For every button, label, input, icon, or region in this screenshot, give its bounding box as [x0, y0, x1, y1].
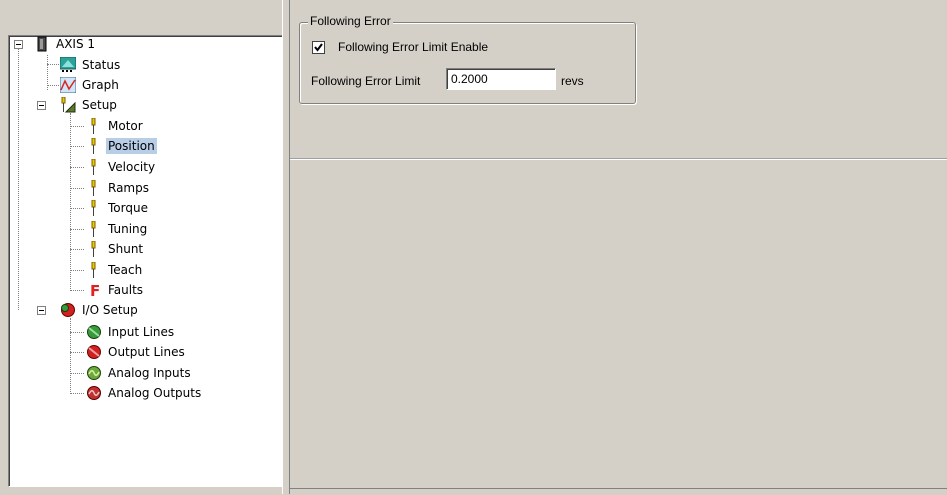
- tree-item-analog-inputs[interactable]: Analog Inputs: [86, 363, 193, 383]
- tree-item-setup[interactable]: Setup: [60, 95, 119, 115]
- tree-line: [70, 332, 84, 333]
- following-error-group-title: Following Error: [308, 14, 393, 28]
- io-icon: [60, 302, 76, 318]
- tree-item-input-lines[interactable]: Input Lines: [86, 322, 176, 342]
- following-error-enable-checkbox[interactable]: [312, 41, 325, 54]
- tree-line: [18, 49, 19, 310]
- faults-icon: F: [86, 282, 102, 300]
- tree-item-teach[interactable]: Teach: [86, 260, 144, 280]
- tree-item-label: I/O Setup: [82, 303, 138, 317]
- pin-icon: [86, 261, 102, 278]
- collapse-io-setup-icon[interactable]: [37, 306, 46, 315]
- tree-item-label: AXIS 1: [56, 37, 96, 51]
- tree-line: [70, 290, 84, 291]
- tree-item-label: Input Lines: [108, 325, 175, 339]
- tree-item-graph[interactable]: Graph: [59, 75, 121, 95]
- tree-item-label: Torque: [108, 201, 148, 215]
- output-lines-icon: [86, 344, 102, 360]
- tree-line: [70, 167, 84, 168]
- input-lines-icon: [86, 324, 102, 340]
- svg-text:F: F: [90, 282, 100, 298]
- check-icon: [314, 43, 323, 52]
- tree-line: [70, 146, 84, 147]
- tree-line: [70, 393, 84, 394]
- panel-divider: [290, 159, 947, 160]
- tree-item-io-setup[interactable]: I/O Setup: [60, 300, 140, 320]
- tree-line: [70, 113, 71, 291]
- analog-outputs-icon: [86, 385, 102, 401]
- tree-item-label: Analog Outputs: [108, 386, 202, 400]
- tree-item-shunt[interactable]: Shunt: [86, 239, 145, 259]
- tree-line: [70, 270, 84, 271]
- tree-item-label: Status: [82, 58, 121, 72]
- analog-inputs-icon: [86, 365, 102, 381]
- tree-item-tuning[interactable]: Tuning: [86, 219, 149, 239]
- pin-icon: [86, 179, 102, 196]
- tree-line: [70, 249, 84, 250]
- tree-item-label: Tuning: [108, 222, 148, 236]
- following-error-group: [299, 22, 636, 104]
- tree-line: [70, 188, 84, 189]
- tree-item-label: Output Lines: [108, 345, 185, 359]
- tree-item-label: Ramps: [108, 181, 149, 195]
- pin-icon: [86, 220, 102, 237]
- collapse-setup-icon[interactable]: [37, 101, 46, 110]
- collapse-axis1-icon[interactable]: [14, 40, 23, 49]
- following-error-limit-input[interactable]: [446, 68, 556, 90]
- following-error-limit-unit: revs: [561, 74, 584, 88]
- tree-line: [70, 352, 84, 353]
- tree-item-faults[interactable]: F Faults: [86, 280, 145, 300]
- tree-item-label: Velocity: [108, 160, 156, 174]
- tree-item-status[interactable]: Status: [59, 55, 122, 75]
- tree-item-label: Motor: [108, 119, 143, 133]
- tree-item-label: Setup: [82, 98, 117, 112]
- tree-item-output-lines[interactable]: Output Lines: [86, 342, 187, 362]
- tree-item-label: Shunt: [108, 242, 144, 256]
- tree-item-label: Analog Inputs: [108, 366, 191, 380]
- tree-item-label: Graph: [82, 78, 119, 92]
- following-error-enable-label[interactable]: Following Error Limit Enable: [338, 40, 488, 54]
- tree-item-motor[interactable]: Motor: [86, 116, 145, 136]
- tree-item-velocity[interactable]: Velocity: [86, 157, 157, 177]
- tree-item-axis1[interactable]: AXIS 1: [34, 34, 97, 54]
- pin-icon: [86, 240, 102, 257]
- following-error-limit-label: Following Error Limit: [311, 74, 421, 88]
- graph-icon: [59, 76, 77, 94]
- setup-icon: [60, 96, 76, 113]
- tree-line: [47, 85, 61, 86]
- tree-line: [70, 229, 84, 230]
- tree-item-label: Teach: [108, 263, 143, 277]
- pin-icon: [86, 137, 102, 154]
- tree-line: [47, 64, 61, 65]
- tree-item-torque[interactable]: Torque: [86, 198, 150, 218]
- tree-line: [70, 126, 84, 127]
- tree-line: [70, 373, 84, 374]
- tree-item-ramps[interactable]: Ramps: [86, 178, 151, 198]
- tree-item-position[interactable]: Position: [86, 136, 157, 156]
- tree-line: [70, 208, 84, 209]
- tree-item-label: Position: [106, 138, 157, 154]
- pin-icon: [86, 117, 102, 134]
- status-icon: [59, 56, 77, 73]
- pin-icon: [86, 158, 102, 175]
- drive-icon: [34, 36, 50, 52]
- tree-line: [70, 318, 71, 394]
- navigation-tree[interactable]: [8, 35, 283, 487]
- pin-icon: [86, 199, 102, 216]
- tree-item-label: Faults: [108, 283, 144, 297]
- tree-item-analog-outputs[interactable]: Analog Outputs: [86, 383, 203, 403]
